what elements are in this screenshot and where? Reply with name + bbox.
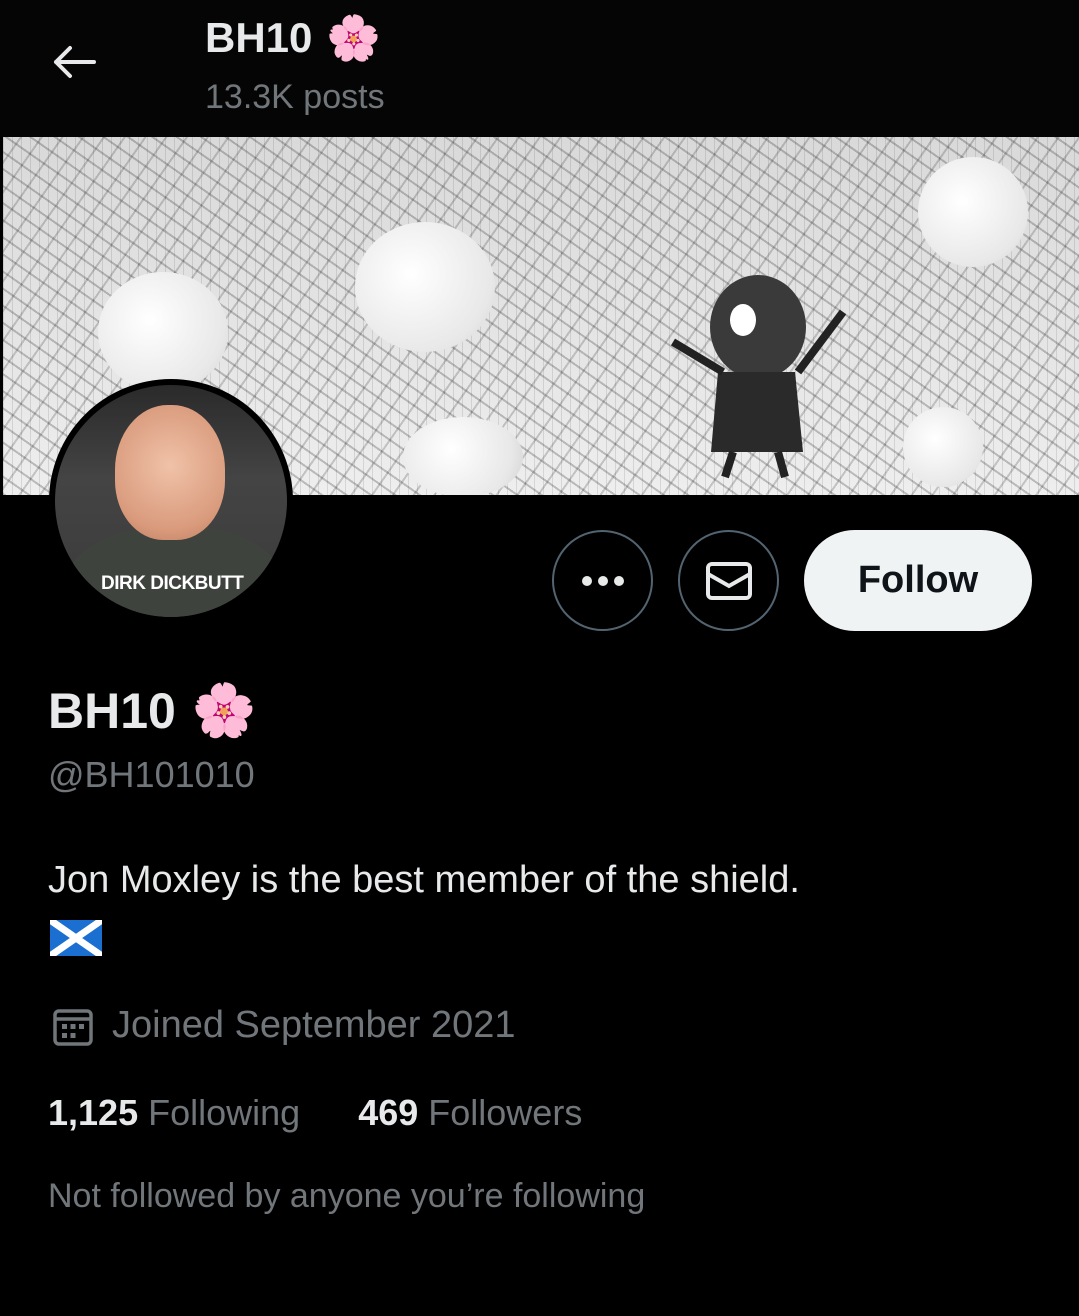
- profile-page: BH10 🌸 13.3K posts DIRK DICKBUTT Follow …: [0, 0, 1079, 1316]
- header-title: BH10: [205, 14, 313, 61]
- mutuals-note: Not followed by anyone you’re following: [48, 1177, 646, 1215]
- mail-icon: [705, 561, 752, 600]
- following-label: Following: [148, 1092, 301, 1133]
- message-button[interactable]: [678, 530, 779, 631]
- followers-count: 469: [358, 1092, 419, 1133]
- cherry-blossom-icon: 🌸: [326, 14, 382, 63]
- more-button[interactable]: [552, 530, 653, 631]
- display-name-row: BH10 🌸: [48, 680, 257, 741]
- cherry-blossom-icon: 🌸: [191, 682, 257, 740]
- post-count: 13.3K posts: [205, 78, 385, 116]
- more-icon: [581, 575, 624, 586]
- following-link[interactable]: 1,125 Following: [48, 1092, 300, 1134]
- display-name: BH10: [48, 682, 176, 739]
- followers-link[interactable]: 469 Followers: [358, 1092, 582, 1134]
- bio: Jon Moxley is the best member of the shi…: [48, 859, 800, 901]
- avatar[interactable]: DIRK DICKBUTT: [49, 379, 293, 623]
- follow-stats: 1,125 Following 469 Followers: [48, 1092, 582, 1134]
- follow-button[interactable]: Follow: [804, 530, 1032, 631]
- back-button[interactable]: [46, 36, 102, 88]
- header-title-row: BH10 🌸: [205, 12, 381, 64]
- top-bar: BH10 🌸 13.3K posts: [0, 0, 1079, 137]
- arrow-left-icon: [54, 46, 96, 78]
- following-count: 1,125: [48, 1092, 139, 1133]
- anime-girl-illustration: [670, 275, 847, 479]
- joined-date-row: Joined September 2021: [52, 1004, 516, 1047]
- joined-date: Joined September 2021: [112, 1004, 516, 1046]
- scotland-flag-icon: [50, 920, 102, 956]
- handle: @BH101010: [48, 754, 255, 795]
- avatar-caption: DIRK DICKBUTT: [101, 573, 244, 594]
- calendar-icon: [53, 1008, 93, 1046]
- avatar-photo: DIRK DICKBUTT: [55, 385, 287, 617]
- followers-label: Followers: [428, 1092, 583, 1133]
